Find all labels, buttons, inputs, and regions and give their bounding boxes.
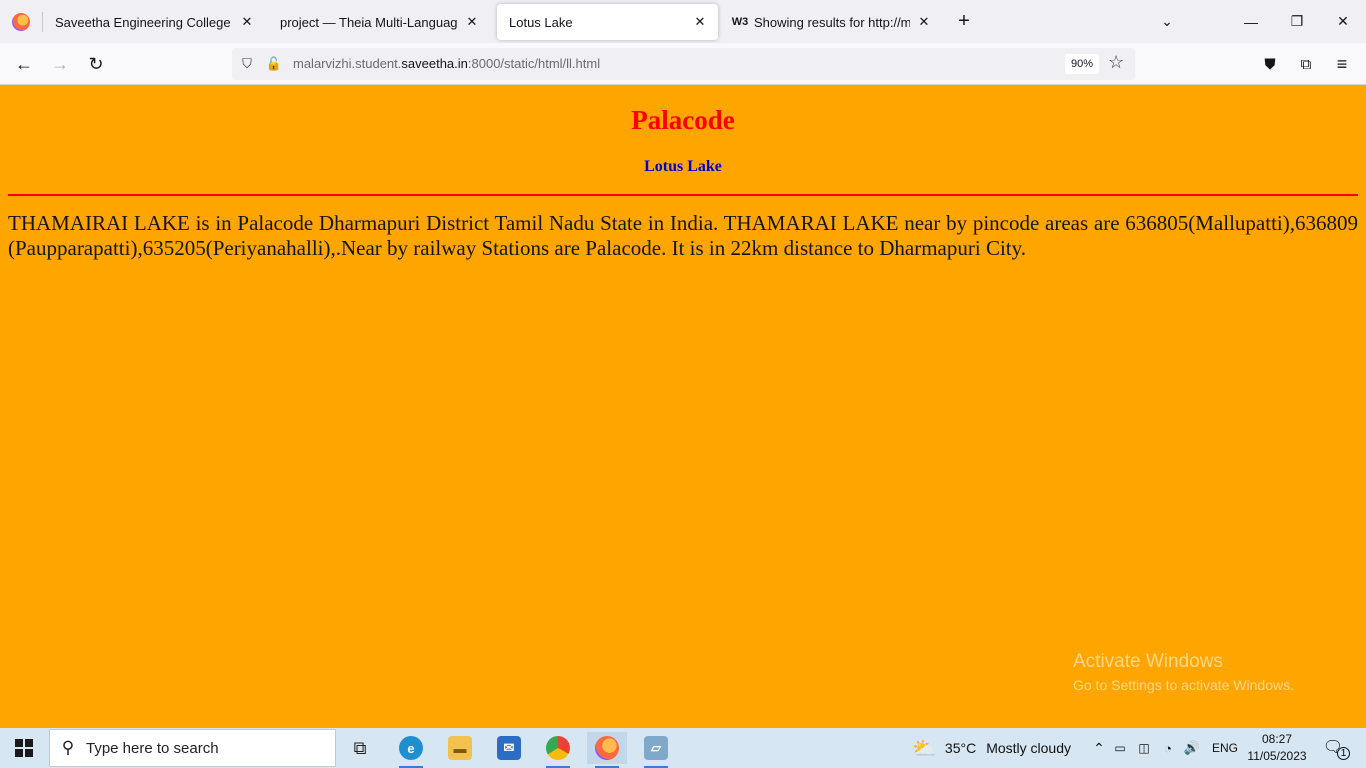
close-icon[interactable]: ✕ [916, 14, 932, 30]
task-view-button[interactable]: ⧉ [340, 732, 380, 764]
page-title: Palacode [631, 105, 735, 135]
search-placeholder: Type here to search [86, 739, 219, 757]
minimize-button[interactable]: — [1228, 0, 1274, 43]
extensions-button[interactable]: ⧉ [1292, 50, 1320, 78]
back-button[interactable]: ← [10, 50, 38, 78]
task-view-icon: ⧉ [353, 737, 367, 758]
shield-icon[interactable]: ⛉ [239, 56, 255, 72]
close-icon[interactable]: ✕ [239, 14, 255, 30]
folder-icon: ▬ [448, 736, 472, 760]
close-window-button[interactable]: ✕ [1320, 0, 1366, 43]
tab-title: Saveetha Engineering College [55, 14, 231, 30]
weather-temperature: 35°C [944, 740, 977, 756]
navigation-toolbar: ← → ↻ ⛉ 🔓 malarvizhi.student.saveetha.in… [0, 43, 1366, 85]
arrow-left-icon: ← [15, 53, 33, 74]
chrome-icon [546, 736, 570, 760]
firefox-taskbar-button[interactable] [587, 732, 627, 768]
page-subtitle: Lotus Lake [644, 158, 722, 175]
address-bar[interactable]: ⛉ 🔓 malarvizhi.student.saveetha.in:8000/… [232, 48, 1135, 80]
watermark-subtitle: Go to Settings to activate Windows. [1073, 677, 1294, 693]
chevron-up-icon[interactable]: ⌃ [1090, 740, 1108, 757]
weather-widget[interactable]: ⛅ 35°C Mostly cloudy [912, 728, 1071, 768]
volume-icon[interactable]: 🔊 [1180, 740, 1204, 756]
watermark-title: Activate Windows [1073, 651, 1223, 672]
mail-icon: ✉ [497, 736, 521, 760]
tab-lotus-lake[interactable]: Lotus Lake ✕ [497, 4, 718, 40]
activate-windows-watermark: Activate Windows Go to Settings to activ… [1073, 651, 1294, 693]
page-content: Palacode Lotus Lake THAMAIRAI LAKE is in… [0, 85, 1366, 728]
app-taskbar-button[interactable]: ▱ [636, 732, 676, 768]
clock[interactable]: 08:27 11/05/2023 [1244, 731, 1310, 765]
hamburger-menu-icon: ≡ [1336, 53, 1348, 74]
url-text[interactable]: malarvizhi.student.saveetha.in:8000/stat… [293, 56, 600, 71]
url-suffix: :8000/static/html/ll.html [467, 56, 601, 71]
notification-count-badge: 1 [1337, 747, 1350, 760]
file-explorer-taskbar-button[interactable]: ▬ [440, 732, 480, 764]
notification-center-button[interactable]: 🗨 1 [1322, 736, 1350, 760]
meet-now-icon[interactable]: ◫ [1132, 741, 1156, 755]
reload-icon: ↻ [88, 53, 104, 74]
close-icon[interactable]: ✕ [692, 14, 708, 30]
firefox-icon [595, 736, 619, 760]
tab-saveetha[interactable]: Saveetha Engineering College ✕ [43, 4, 265, 40]
tab-title: Lotus Lake [509, 14, 573, 30]
minimize-icon: — [1244, 13, 1258, 30]
tab-theia-project[interactable]: project — Theia Multi-Language Ex ✕ [268, 4, 490, 40]
windows-taskbar: ⚲ Type here to search ⧉ e ▬ ✉ ▱ ⛅ 35°C M… [0, 728, 1366, 768]
start-button[interactable] [0, 728, 48, 768]
app-menu-button[interactable]: ≡ [1328, 50, 1356, 78]
pocket-button[interactable]: ⛊ [1256, 50, 1284, 78]
puzzle-icon: ⧉ [1300, 55, 1312, 73]
language-indicator[interactable]: ENG [1212, 741, 1238, 755]
windows-logo-icon [15, 739, 33, 757]
tab-title: Showing results for http://malar [754, 14, 910, 30]
close-icon: ✕ [1337, 13, 1349, 29]
network-icon[interactable]: ◔ [1156, 741, 1180, 756]
chevron-down-icon: ⌄ [1161, 13, 1173, 29]
arrow-right-icon: → [51, 53, 69, 74]
firefox-icon [12, 12, 30, 31]
weather-description: Mostly cloudy [986, 740, 1071, 756]
system-tray: ⌃ ▭ ◫ ◔ 🔊 ENG [1090, 728, 1238, 768]
new-tab-button[interactable]: + [952, 9, 976, 33]
mail-taskbar-button[interactable]: ✉ [489, 732, 529, 764]
url-domain: saveetha.in [401, 56, 468, 71]
taskbar-search-box[interactable]: ⚲ Type here to search [49, 729, 336, 767]
zoom-level-button[interactable]: 90% [1065, 54, 1100, 74]
restore-button[interactable]: ❐ [1274, 0, 1320, 43]
edge-taskbar-button[interactable]: e [391, 732, 431, 768]
search-icon: ⚲ [61, 738, 75, 757]
insecure-lock-icon[interactable]: 🔓 [266, 56, 282, 72]
url-prefix: malarvizhi.student. [293, 56, 402, 71]
app-icon: ▱ [644, 736, 668, 760]
tab-strip: Saveetha Engineering College ✕ project —… [0, 0, 1366, 43]
reload-button[interactable]: ↻ [82, 50, 110, 78]
restore-icon: ❐ [1290, 13, 1304, 29]
horizontal-rule [8, 194, 1358, 196]
forward-button[interactable]: → [46, 50, 74, 78]
tab-title: project — Theia Multi-Language Ex [280, 14, 458, 30]
description-paragraph: THAMAIRAI LAKE is in Palacode Dharmapuri… [8, 211, 1358, 260]
tab-search-results[interactable]: W3 Showing results for http://malar ✕ [720, 4, 942, 40]
bookmark-star-icon[interactable]: ☆ [1108, 52, 1124, 73]
validator-favicon-icon: W3 [731, 16, 749, 28]
firefox-view-button[interactable] [0, 0, 42, 43]
cloudy-weather-icon: ⛅ [912, 737, 937, 760]
close-icon[interactable]: ✕ [464, 14, 480, 30]
edge-icon: e [399, 736, 423, 760]
clock-time: 08:27 [1261, 732, 1293, 746]
pocket-icon: ⛊ [1264, 55, 1276, 73]
plus-icon: + [958, 9, 970, 32]
clock-date: 11/05/2023 [1247, 749, 1307, 763]
battery-icon[interactable]: ▭ [1108, 741, 1132, 755]
list-all-tabs-button[interactable]: ⌄ [1144, 0, 1190, 43]
chrome-taskbar-button[interactable] [538, 732, 578, 768]
